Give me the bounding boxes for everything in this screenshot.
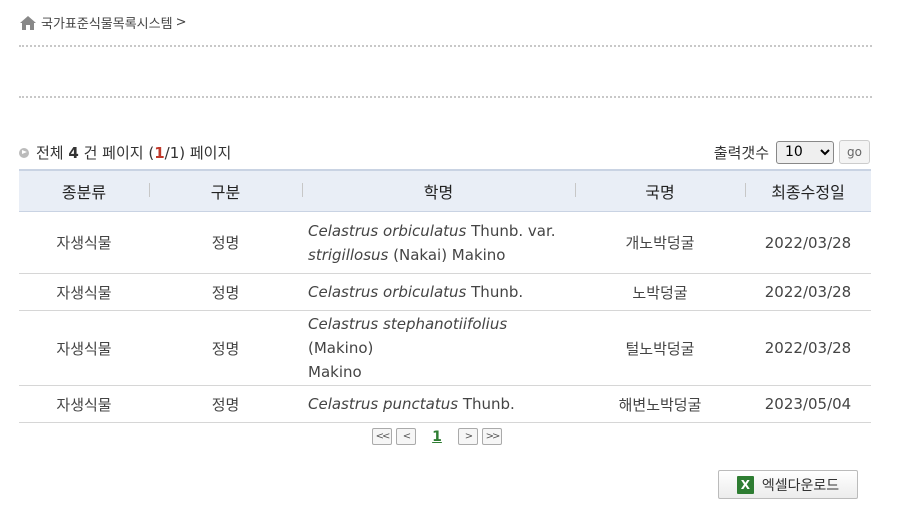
cell-type: 정명	[149, 211, 302, 274]
excel-download-button[interactable]: X 엑셀다운로드	[718, 470, 858, 499]
cell-type: 정명	[149, 310, 302, 386]
next-page-button[interactable]: >	[458, 428, 478, 445]
cell-category: 자생식물	[19, 273, 149, 311]
summary-unit: 건 페이지 (	[83, 144, 155, 162]
table-row[interactable]: 자생식물 정명 Celastrus punctatus Thunb. 해변노박덩…	[19, 385, 871, 423]
table-row[interactable]: 자생식물 정명 Celastrus orbiculatus Thunb. 노박덩…	[19, 273, 871, 311]
first-page-button[interactable]: <<	[372, 428, 392, 445]
cell-date: 2022/03/28	[745, 211, 871, 274]
cell-scientific-name[interactable]: Celastrus punctatus Thunb.	[302, 385, 575, 423]
cell-scientific-name[interactable]: Celastrus stephanotiifolius (Makino) Mak…	[302, 310, 575, 386]
header-category: 종분류	[19, 169, 149, 212]
cell-scientific-name[interactable]: Celastrus orbiculatus Thunb. var. strigi…	[302, 211, 575, 274]
cell-korean-name: 해변노박덩굴	[575, 385, 745, 423]
cell-category: 자생식물	[19, 310, 149, 386]
summary-prefix: 전체	[36, 144, 64, 162]
table-row[interactable]: 자생식물 정명 Celastrus orbiculatus Thunb. var…	[19, 211, 871, 274]
excel-icon: X	[736, 475, 754, 494]
breadcrumb-separator: >	[175, 15, 187, 30]
cell-category: 자생식물	[19, 385, 149, 423]
cell-type: 정명	[149, 273, 302, 311]
cell-scientific-name[interactable]: Celastrus orbiculatus Thunb.	[302, 273, 575, 311]
table-header: 종분류 구분 학명 국명 최종수정일	[19, 169, 871, 212]
breadcrumb: 국가표준식물목록시스템 >	[19, 13, 186, 32]
go-button[interactable]: go	[839, 140, 870, 164]
summary-pages: /1) 페이지	[164, 144, 232, 162]
output-count-label: 출력갯수	[713, 143, 769, 162]
home-icon[interactable]	[19, 15, 37, 31]
header-korean-name: 국명	[575, 169, 745, 212]
header-type: 구분	[149, 169, 302, 212]
cell-korean-name: 개노박덩굴	[575, 211, 745, 274]
cell-date: 2022/03/28	[745, 310, 871, 386]
plant-table: 종분류 구분 학명 국명 최종수정일 자생식물 정명 Celastrus orb…	[19, 169, 871, 423]
cell-date: 2022/03/28	[745, 273, 871, 311]
excel-download-label: 엑셀다운로드	[761, 477, 840, 494]
cell-category: 자생식물	[19, 211, 149, 274]
header-scientific-name: 학명	[302, 169, 575, 212]
output-count-select[interactable]: 10	[776, 140, 834, 164]
header-modified-date: 최종수정일	[745, 169, 871, 212]
last-page-button[interactable]: >>	[482, 428, 502, 445]
summary-current-page: 1	[154, 143, 165, 162]
cell-type: 정명	[149, 385, 302, 423]
bullet-icon	[19, 147, 29, 158]
prev-page-button[interactable]: <	[396, 428, 416, 445]
page-number-current[interactable]: 1	[416, 429, 458, 445]
pagination: << < 1 > >>	[372, 428, 502, 445]
breadcrumb-root[interactable]: 국가표준식물목록시스템	[41, 13, 173, 32]
cell-date: 2023/05/04	[745, 385, 871, 423]
result-summary: 전체 4 건 페이지 ( 1 /1) 페이지	[19, 142, 231, 163]
divider	[19, 45, 872, 47]
output-count: 출력갯수 10 go	[714, 140, 870, 164]
cell-korean-name: 털노박덩굴	[575, 310, 745, 386]
cell-korean-name: 노박덩굴	[575, 273, 745, 311]
divider	[19, 96, 872, 98]
table-row[interactable]: 자생식물 정명 Celastrus stephanotiifolius (Mak…	[19, 310, 871, 386]
summary-total: 4	[68, 143, 79, 162]
